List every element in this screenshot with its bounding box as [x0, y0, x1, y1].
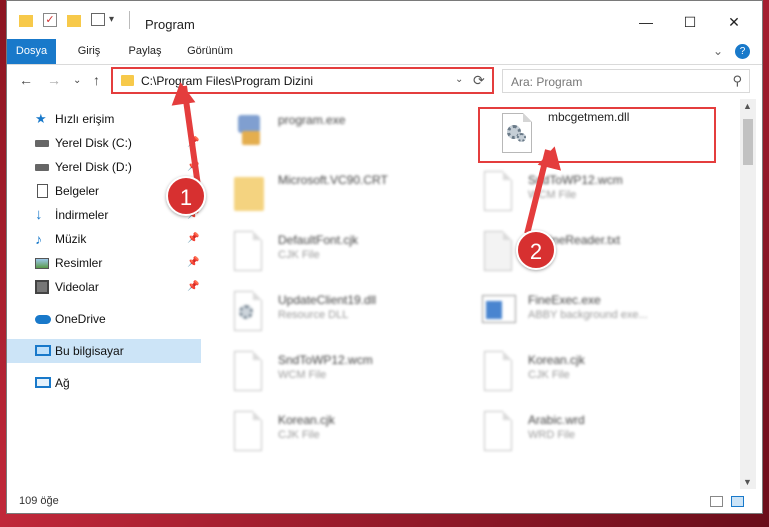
customize-icon[interactable] [91, 13, 105, 26]
sidebar-item-music[interactable]: ♪ Müzik 📌 [7, 227, 201, 251]
forward-button[interactable]: → [47, 72, 61, 88]
tab-file[interactable]: Dosya [7, 39, 56, 64]
sidebar-item-onedrive[interactable]: OneDrive [7, 307, 201, 331]
sidebar-item-this-pc[interactable]: Bu bilgisayar [7, 339, 201, 363]
file-icon [228, 229, 266, 273]
chevron-down-icon[interactable]: ⌄ [455, 74, 463, 85]
back-button[interactable]: ← [19, 72, 33, 88]
up-button[interactable]: ↑ [93, 72, 100, 88]
sidebar-item-videos[interactable]: Videolar 📌 [7, 275, 201, 299]
title-divider [129, 11, 130, 29]
new-folder-icon[interactable] [67, 15, 81, 27]
star-icon: ★ [35, 111, 47, 126]
music-icon: ♪ [35, 231, 42, 247]
tab-share[interactable]: Paylaş [117, 39, 173, 64]
sidebar-item-quick-access[interactable]: ★ Hızlı erişim [7, 107, 201, 131]
tab-view[interactable]: Görünüm [177, 39, 243, 64]
pin-icon: 📌 [187, 233, 200, 244]
file-item[interactable]: Korean.cjk CJK File [454, 343, 694, 395]
navigation-pane: ★ Hızlı erişim Yerel Disk (C:) 📌 Yerel D… [7, 105, 202, 489]
file-item[interactable]: SndToWP12.wcm WCM File [204, 343, 444, 395]
file-icon [228, 349, 266, 393]
address-bar[interactable]: C:\Program Files\Program Dizini ⌄ ⟳ [111, 67, 494, 94]
sidebar-item-pictures[interactable]: Resimler 📌 [7, 251, 201, 275]
drive-icon [35, 164, 49, 171]
quick-access-dropdown-icon[interactable]: ▾ [109, 14, 114, 25]
exe-icon [228, 109, 266, 153]
refresh-icon[interactable]: ⟳ [473, 72, 485, 89]
file-item[interactable]: FineExec.exe ABBY background exe... [454, 283, 694, 335]
recent-locations-icon[interactable]: ⌄ [73, 75, 81, 86]
annotation-arrowhead-1 [168, 80, 196, 106]
file-item[interactable]: Arabic.wrd WRD File [454, 403, 694, 455]
item-count: 109 öğe [19, 495, 59, 507]
file-item[interactable]: DefaultFont.cjk CJK File [204, 223, 444, 275]
annotation-badge-1: 1 [166, 176, 206, 216]
folder-icon [228, 169, 266, 213]
sidebar-item-network[interactable]: Ağ [7, 371, 201, 395]
network-icon [35, 377, 51, 388]
scroll-thumb[interactable] [743, 119, 753, 165]
text-file-icon [478, 229, 516, 273]
folder-icon [121, 75, 134, 86]
file-icon [478, 409, 516, 453]
pin-icon: 📌 [187, 257, 200, 268]
file-icon [228, 409, 266, 453]
address-path: C:\Program Files\Program Dizini [141, 74, 314, 88]
file-item[interactable]: program.exe [204, 103, 444, 155]
annotation-badge-2: 2 [516, 230, 556, 270]
file-item[interactable]: Korean.cjk CJK File [204, 403, 444, 455]
videos-icon [35, 280, 49, 294]
search-icon[interactable]: ⚲ [732, 73, 742, 89]
window-title: Program [145, 17, 195, 32]
pin-icon: 📌 [187, 281, 200, 292]
pictures-icon [35, 258, 49, 269]
cloud-icon [35, 315, 51, 324]
vertical-scrollbar[interactable]: ▲ ▼ [740, 99, 756, 489]
scroll-down-icon[interactable]: ▼ [743, 477, 752, 487]
search-input[interactable]: Ara: Program [511, 75, 582, 89]
file-item[interactable]: Microsoft.VC90.CRT [204, 163, 444, 215]
app-window-icon [478, 289, 516, 333]
documents-icon [37, 184, 48, 198]
file-item[interactable]: SndToWP12.wcm WCM File [454, 163, 694, 215]
maximize-button[interactable]: ☐ [668, 9, 712, 35]
large-icons-view-icon[interactable] [731, 496, 744, 507]
ribbon-expand-icon[interactable]: ⌄ [710, 39, 726, 64]
drive-icon [35, 140, 49, 147]
highlight-box-target-file [478, 107, 716, 163]
file-item[interactable]: EngineReader.txt [454, 223, 694, 275]
sidebar-item-local-disk-c[interactable]: Yerel Disk (C:) 📌 [7, 131, 201, 155]
file-icon [478, 349, 516, 393]
file-item[interactable]: UpdateClient19.dll Resource DLL [204, 283, 444, 335]
computer-icon [35, 345, 51, 356]
close-button[interactable]: ✕ [712, 9, 756, 35]
scroll-up-icon[interactable]: ▲ [743, 101, 752, 111]
file-icon [478, 169, 516, 213]
properties-icon[interactable]: ✓ [43, 13, 57, 27]
help-icon[interactable]: ? [735, 44, 750, 59]
details-view-icon[interactable] [710, 496, 723, 507]
minimize-button[interactable]: — [624, 9, 668, 35]
file-list: program.exe mbcgetmem.dll Microsoft.VC90… [204, 99, 740, 495]
status-bar: 109 öğe [7, 491, 762, 513]
folder-icon [19, 15, 33, 27]
title-bar: ✓ ▾ Program — ☐ ✕ [7, 1, 762, 38]
tab-home[interactable]: Giriş [64, 39, 114, 64]
sidebar-item-local-disk-d[interactable]: Yerel Disk (D:) 📌 [7, 155, 201, 179]
search-box[interactable]: Ara: Program ⚲ [502, 69, 750, 93]
dll-gear-icon [228, 289, 266, 333]
ribbon-tabs: Dosya Giriş Paylaş Görünüm ⌄ ? [7, 39, 762, 65]
download-icon: ↓ [35, 206, 43, 223]
explorer-window: ✓ ▾ Program — ☐ ✕ Dosya Giriş Paylaş Gör… [6, 0, 763, 514]
